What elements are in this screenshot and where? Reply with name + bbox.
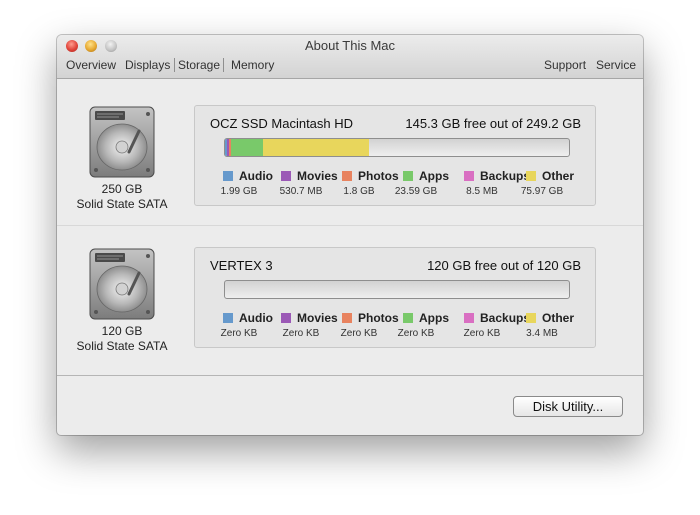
swatch-movies [281,313,291,323]
drive-name: OCZ SSD Macintash HD [210,116,354,131]
tab-overview[interactable]: Overview [66,58,116,72]
legend-value: Zero KB [463,328,501,339]
swatch-backups [464,171,474,181]
tab-displays[interactable]: Displays [125,58,170,72]
title-bar: About This Mac Overview Displays Storage… [57,35,643,79]
legend-label: Movies [297,169,338,183]
legend-value: 75.97 GB [520,186,564,197]
legend-value: 3.4 MB [526,328,558,339]
storage-content: 250 GB Solid State SATA OCZ SSD Macintas… [57,79,643,435]
usage-apps [231,139,263,156]
drive-capacity-label: 250 GB Solid State SATA [62,182,182,212]
about-this-mac-window: About This Mac Overview Displays Storage… [57,35,643,435]
legend-label: Backups [480,169,531,183]
legend-value: 1.8 GB [343,186,375,197]
section-divider [57,225,643,226]
legend-value: Zero KB [282,328,320,339]
legend-label: Other [542,311,575,325]
swatch-apps [403,313,413,323]
legend-label: Photos [358,311,399,325]
legend-value: 530.7 MB [279,186,323,197]
support-link[interactable]: Support [544,58,586,72]
swatch-movies [281,171,291,181]
drive-free-space: 145.3 GB free out of 249.2 GB [405,116,581,131]
legend-label: Apps [419,169,449,183]
swatch-other [526,171,536,181]
legend-value: 23.59 GB [394,186,438,197]
swatch-audio [223,171,233,181]
swatch-photos [342,171,352,181]
disk-utility-button[interactable]: Disk Utility... [513,396,623,417]
drive-type: Solid State SATA [76,339,168,353]
legend-label: Backups [480,311,531,325]
storage-usage-bar [224,138,570,157]
legend-label: Other [542,169,575,183]
window-title: About This Mac [304,38,396,53]
legend-value: Zero KB [340,328,378,339]
legend-label: Audio [239,311,273,325]
drive-capacity-label: 120 GB Solid State SATA [62,324,182,354]
storage-usage-bar [224,280,570,299]
swatch-backups [464,313,474,323]
drive-name: VERTEX 3 [210,258,273,273]
legend-value: 1.99 GB [220,186,258,197]
usage-other [263,139,369,156]
legend-value: 8.5 MB [466,186,498,197]
tab-memory[interactable]: Memory [231,58,274,72]
hard-drive-icon [89,106,155,178]
swatch-apps [403,171,413,181]
legend-label: Photos [358,169,399,183]
tab-storage[interactable]: Storage [174,58,225,72]
service-link[interactable]: Service [596,58,636,72]
legend-value: Zero KB [220,328,258,339]
swatch-other [526,313,536,323]
drive-capacity: 120 GB [101,324,143,338]
drive-panel: VERTEX 3 120 GB free out of 120 GB Audio… [194,247,596,348]
legend-label: Apps [419,311,449,325]
drive-free-space: 120 GB free out of 120 GB [427,258,581,273]
drive-type: Solid State SATA [76,197,168,211]
drive-panel: OCZ SSD Macintash HD 145.3 GB free out o… [194,105,596,206]
footer-divider [57,375,643,376]
legend-label: Audio [239,169,273,183]
drive-capacity: 250 GB [101,182,143,196]
swatch-audio [223,313,233,323]
legend-value: Zero KB [397,328,435,339]
swatch-photos [342,313,352,323]
legend-label: Movies [297,311,338,325]
hard-drive-icon [89,248,155,320]
